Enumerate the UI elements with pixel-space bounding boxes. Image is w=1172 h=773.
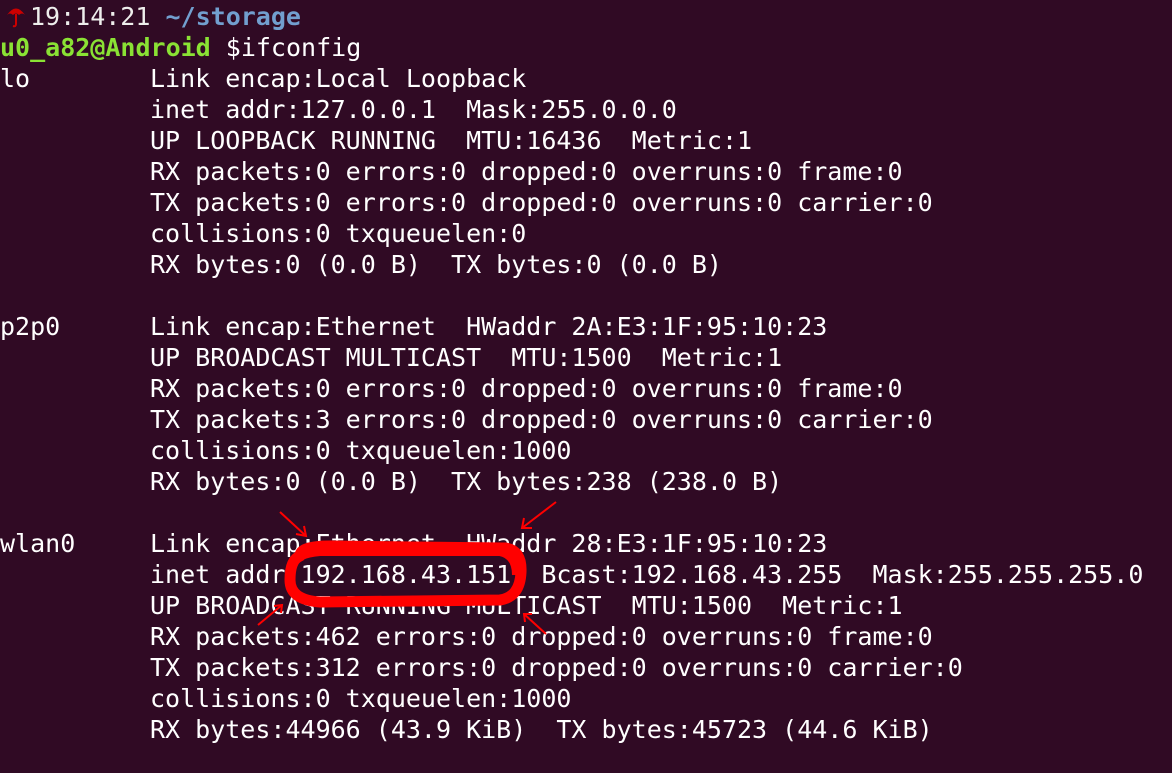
prompt-user-host: u0_a82@Android: [0, 33, 211, 62]
interface-name: p2p0: [0, 312, 61, 341]
output-line: TX packets:0 errors:0 dropped:0 overruns…: [150, 188, 933, 217]
output-line: RX packets:0 errors:0 dropped:0 overruns…: [150, 157, 903, 186]
prompt-path: ~/storage: [165, 2, 301, 31]
output-line: RX bytes:0 (0.0 B) TX bytes:0 (0.0 B): [150, 250, 722, 279]
output-line: Link encap:Ethernet HWaddr 28:E3:1F:95:1…: [150, 529, 828, 558]
output-line: RX packets:462 errors:0 dropped:0 overru…: [150, 622, 933, 651]
interface-name: wlan0: [0, 529, 76, 558]
output-line: RX packets:0 errors:0 dropped:0 overruns…: [150, 374, 903, 403]
interface-block-wlan0: wlan0 Link encap:Ethernet HWaddr 28:E3:1F…: [0, 528, 1172, 745]
output-line: RX bytes:0 (0.0 B) TX bytes:238 (238.0 B…: [150, 467, 783, 496]
output-line: UP LOOPBACK RUNNING MTU:16436 Metric:1: [150, 126, 753, 155]
prompt-header-line: 19:14:21 ~/storage: [0, 1, 1172, 32]
output-line: collisions:0 txqueuelen:1000: [150, 684, 572, 713]
output-line: collisions:0 txqueuelen:1000: [150, 436, 572, 465]
output-line: collisions:0 txqueuelen:0: [150, 219, 527, 248]
command-line: u0_a82@Android $ifconfig: [0, 32, 1172, 63]
output-line: TX packets:312 errors:0 dropped:0 overru…: [150, 653, 963, 682]
output-line: RX bytes:44966 (43.9 KiB) TX bytes:45723…: [150, 715, 933, 744]
output-line: TX packets:3 errors:0 dropped:0 overruns…: [150, 405, 933, 434]
output-line: Link encap:Local Loopback: [150, 64, 527, 93]
interface-block-lo: lo Link encap:Local Loopback inet addr:12…: [0, 63, 1172, 280]
terminal-window[interactable]: 19:14:21 ~/storage u0_a82@Android $ifcon…: [0, 0, 1172, 773]
prompt-time: 19:14:21: [30, 2, 151, 31]
command-text: $ifconfig: [225, 33, 362, 62]
output-line: UP BROADCAST RUNNING MULTICAST MTU:1500 …: [150, 591, 903, 620]
umbrella-icon: [0, 1, 30, 32]
output-line: Link encap:Ethernet HWaddr 2A:E3:1F:95:1…: [150, 312, 828, 341]
interface-name: lo: [0, 64, 31, 93]
output-line: inet addr:127.0.0.1 Mask:255.0.0.0: [150, 95, 677, 124]
interface-block-p2p0: p2p0 Link encap:Ethernet HWaddr 2A:E3:1F:…: [0, 311, 1172, 497]
inet-addr-line: inet addr:192.168.43.151 Bcast:192.168.4…: [150, 560, 1144, 589]
output-line: UP BROADCAST MULTICAST MTU:1500 Metric:1: [150, 343, 783, 372]
